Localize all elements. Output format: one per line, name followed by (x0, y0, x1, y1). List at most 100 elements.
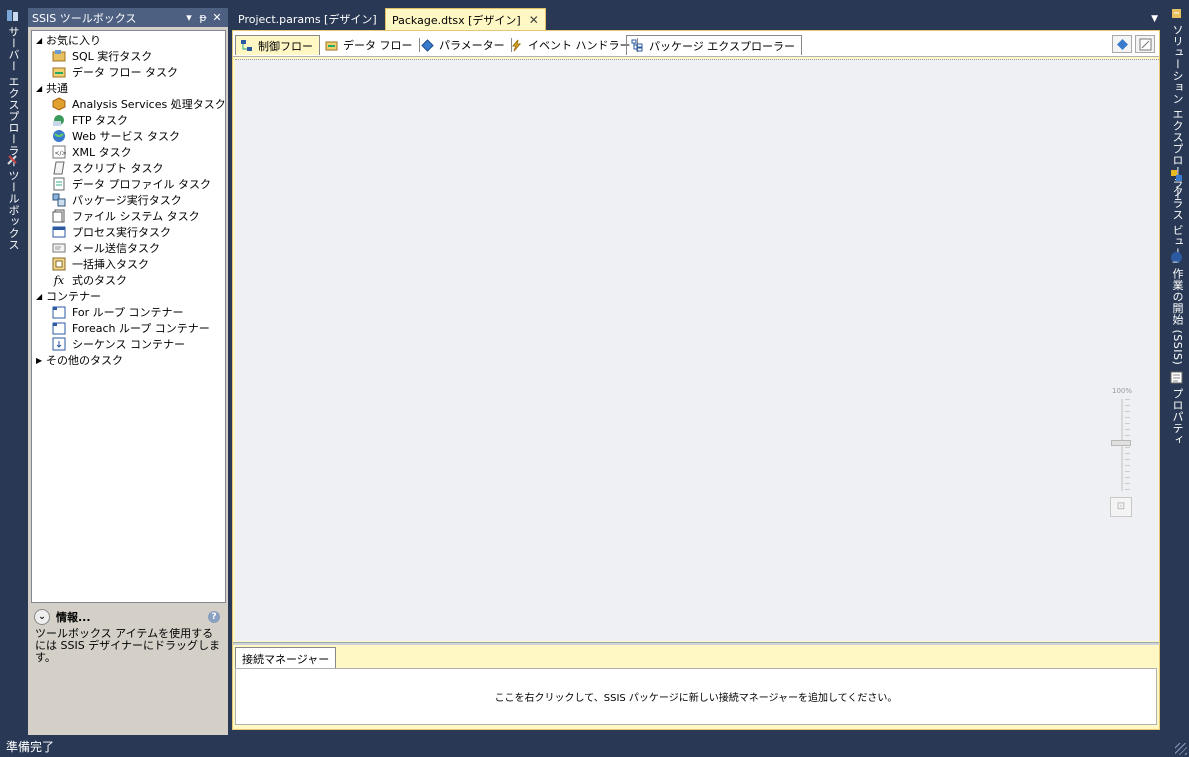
execute-package-icon (52, 193, 66, 207)
collapse-chevron-icon[interactable]: ⌄ (34, 609, 50, 625)
tab-label: 制御フロー (258, 39, 313, 53)
doc-tab-project-params[interactable]: Project.params [デザイン] (232, 8, 383, 30)
connection-manager-area[interactable]: ここを右クリックして、SSIS パッケージに新しい接続マネージャーを追加してくだ… (235, 668, 1157, 725)
svg-text:i: i (1171, 261, 1180, 264)
close-tab-icon[interactable]: ✕ (529, 13, 539, 27)
toolbox-item-data-flow-task[interactable]: データ フロー タスク (32, 64, 225, 80)
toolbox-toggle-icon[interactable] (1135, 35, 1155, 53)
properties-tab[interactable]: プロパティ (1167, 368, 1187, 449)
event-handler-icon (510, 39, 523, 52)
pane-splitter[interactable] (233, 642, 1159, 645)
expanded-triangle-icon: ◢ (36, 291, 43, 301)
toolbox-item-execute-package[interactable]: パッケージ実行タスク (32, 192, 225, 208)
item-label: Web サービス タスク (72, 130, 180, 143)
connection-manager-hint: ここを右クリックして、SSIS パッケージに新しい接続マネージャーを追加してくだ… (494, 693, 898, 704)
tab-label: パラメーター (439, 39, 505, 52)
data-flow-icon (325, 39, 338, 52)
category-label: コンテナー (46, 290, 101, 303)
item-label: シーケンス コンテナー (72, 338, 185, 351)
item-label: 式のタスク (72, 274, 127, 287)
item-label: Foreach ループ コンテナー (72, 322, 210, 335)
tab-connection-managers[interactable]: 接続マネージャー (235, 647, 337, 669)
getting-started-icon: i (1171, 251, 1184, 264)
help-icon[interactable]: ? (208, 611, 220, 623)
sql-task-icon (52, 49, 66, 63)
package-explorer-icon (631, 39, 644, 52)
category-other-tasks[interactable]: ▶ その他のタスク (32, 352, 225, 368)
server-explorer-tab[interactable]: サーバー エクスプローラー (3, 6, 23, 171)
left-dock-strip: サーバー エクスプローラー ツールボックス (0, 0, 26, 735)
item-label: FTP タスク (72, 114, 128, 127)
info-description: ツールボックス アイテムを使用するには SSIS デザイナーにドラッグします。 (35, 627, 220, 664)
parameters-icon (421, 38, 434, 52)
server-explorer-icon (7, 9, 20, 22)
item-label: データ プロファイル タスク (72, 178, 211, 191)
package-designer: 制御フロー データ フロー パラメーター イベント ハンドラー パッケージ エク… (232, 30, 1160, 730)
toolbox-item-send-mail[interactable]: メール送信タスク (32, 240, 225, 256)
doc-tab-package-dtsx[interactable]: Package.dtsx [デザイン] ✕ (385, 8, 546, 30)
toolbox-item-sequence[interactable]: シーケンス コンテナー (32, 336, 225, 352)
data-flow-task-icon (52, 65, 66, 79)
category-favorites[interactable]: ◢ お気に入り (32, 32, 225, 48)
status-text: 準備完了 (6, 739, 55, 754)
tab-event-handlers[interactable]: イベント ハンドラー (506, 35, 638, 55)
script-icon (52, 161, 66, 175)
tab-data-flow[interactable]: データ フロー (321, 35, 420, 55)
ftp-icon (52, 113, 66, 127)
toolbox-tab[interactable]: ツールボックス (3, 150, 23, 254)
category-common[interactable]: ◢ 共通 (32, 80, 225, 96)
doc-tab-label: Package.dtsx [デザイン] (392, 13, 521, 27)
sequence-icon (52, 337, 66, 351)
for-loop-icon (52, 305, 66, 319)
toolbox-item-foreach-loop[interactable]: Foreach ループ コンテナー (32, 320, 225, 336)
file-system-icon (52, 209, 66, 223)
toolbox-item-analysis-services[interactable]: Analysis Services 処理タスク (32, 96, 225, 112)
zoom-slider-thumb[interactable] (1111, 440, 1131, 446)
execute-process-icon (52, 225, 66, 239)
tab-label: イベント ハンドラー (528, 39, 631, 52)
document-tab-strip: Project.params [デザイン] Package.dtsx [デザイン… (232, 8, 1160, 30)
zoom-slider[interactable]: 100% ⊡ (1109, 387, 1135, 517)
toolbox-item-bulk-insert[interactable]: 一括挿入タスク (32, 256, 225, 272)
tab-control-flow[interactable]: 制御フロー (235, 35, 320, 55)
toolbox-item-file-system[interactable]: ファイル システム タスク (32, 208, 225, 224)
right-dock-strip: ソリューション エクスプローラー クラス ビュー i 作業の開始 (SSIS) … (1164, 0, 1189, 735)
toolbox-close-icon[interactable]: ✕ (210, 11, 224, 24)
toolbox-item-for-loop[interactable]: For ループ コンテナー (32, 304, 225, 320)
toolbox-pin-icon[interactable]: ᵽ (196, 11, 210, 24)
category-containers[interactable]: ◢ コンテナー (32, 288, 225, 304)
toolbox-dropdown-icon[interactable]: ▾ (182, 11, 196, 24)
item-label: Analysis Services 処理タスク (72, 98, 226, 111)
info-header: ⌄ 情報... ? (31, 606, 226, 628)
designer-tab-bar: 制御フロー データ フロー パラメーター イベント ハンドラー パッケージ エク… (233, 31, 1159, 57)
tab-list-dropdown-icon[interactable]: ▼ (1151, 14, 1158, 24)
tab-parameters[interactable]: パラメーター (417, 35, 512, 55)
item-label: XML タスク (72, 146, 132, 159)
control-flow-canvas[interactable]: 100% ⊡ (235, 59, 1159, 641)
toolbox-item-execute-process[interactable]: プロセス実行タスク (32, 224, 225, 240)
bulk-insert-icon (52, 257, 66, 271)
toolbox-icon (7, 153, 20, 166)
getting-started-tab[interactable]: i 作業の開始 (SSIS) (1167, 248, 1187, 368)
resize-grip-icon[interactable] (1175, 743, 1187, 755)
variables-icon[interactable] (1112, 35, 1132, 53)
tab-package-explorer[interactable]: パッケージ エクスプローラー (626, 35, 802, 55)
category-label: その他のタスク (46, 354, 123, 367)
tab-label: 作業の開始 (SSIS) (1171, 268, 1184, 366)
category-label: お気に入り (46, 34, 101, 47)
toolbox-item-expression[interactable]: fx 式のタスク (32, 272, 225, 288)
toolbox-item-web-service[interactable]: Web サービス タスク (32, 128, 225, 144)
zoom-to-fit-icon[interactable]: ⊡ (1110, 497, 1132, 517)
properties-icon (1170, 371, 1184, 384)
toolbox-item-sql-task[interactable]: SQL 実行タスク (32, 48, 225, 64)
toolbox-item-xml[interactable]: </> XML タスク (32, 144, 225, 160)
toolbox-item-script[interactable]: スクリプト タスク (32, 160, 225, 176)
item-label: ファイル システム タスク (72, 210, 200, 223)
class-view-icon (1171, 169, 1184, 182)
toolbox-item-data-profile[interactable]: データ プロファイル タスク (32, 176, 225, 192)
item-label: For ループ コンテナー (72, 306, 184, 319)
expression-icon: fx (53, 273, 65, 287)
svg-text:</>: </> (55, 150, 67, 157)
toolbox-item-ftp[interactable]: FTP タスク (32, 112, 225, 128)
data-profile-icon (52, 177, 66, 191)
